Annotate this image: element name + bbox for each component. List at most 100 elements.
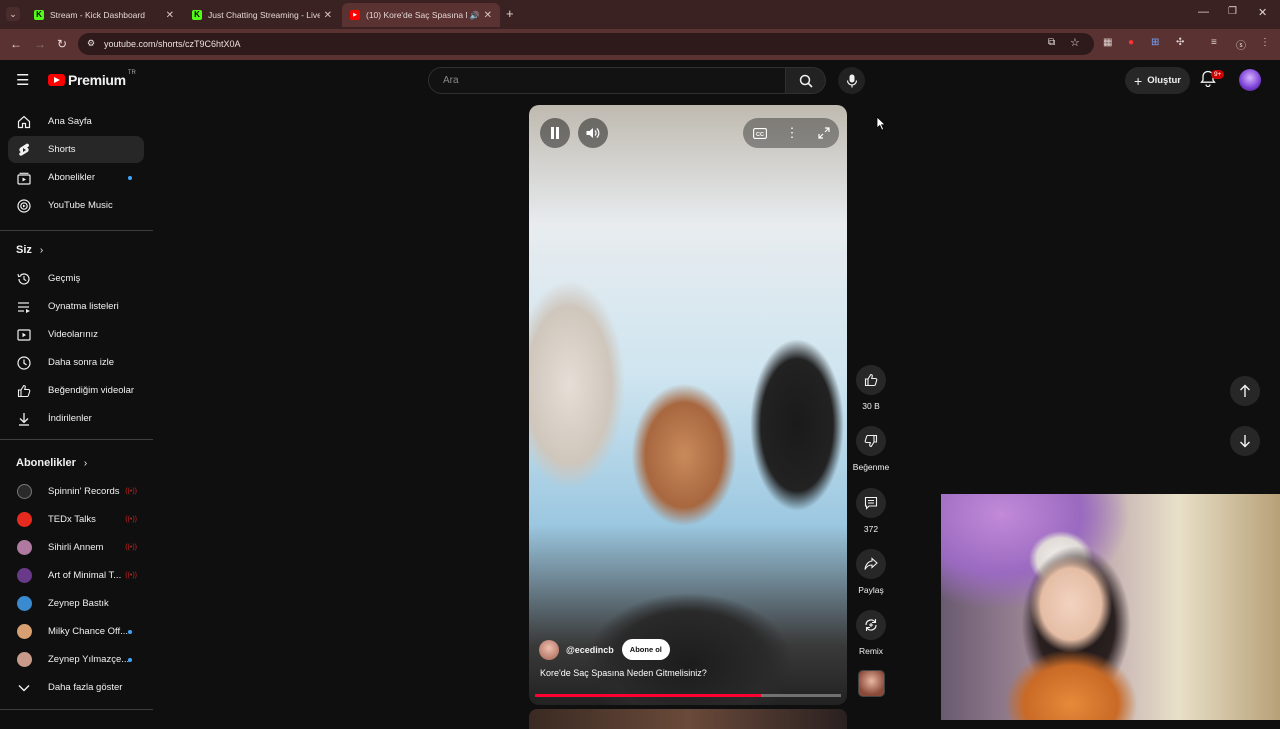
profile-icon[interactable]: ⓢ bbox=[1236, 37, 1246, 52]
channel-avatar[interactable] bbox=[539, 639, 559, 660]
dislike-action[interactable]: Beğenme bbox=[851, 426, 891, 472]
back-arrow-icon[interactable]: ← bbox=[10, 37, 22, 51]
like-button[interactable] bbox=[856, 365, 886, 395]
translate-extension-icon[interactable]: ⊞ bbox=[1151, 37, 1159, 48]
microphone-icon bbox=[846, 74, 857, 87]
tab-list-chevron-icon[interactable]: ⌄ bbox=[6, 7, 20, 21]
hamburger-menu-icon[interactable]: ☰ bbox=[16, 71, 29, 89]
minimize-window-icon[interactable]: — bbox=[1198, 6, 1209, 18]
watch-later-icon bbox=[17, 355, 31, 370]
browser-tab-youtube-short[interactable]: ▶ (10) Kore'de Saç Spasına Ne 🔊 ✕ bbox=[342, 3, 500, 27]
search-input[interactable]: Ara bbox=[428, 67, 786, 94]
sidebar-item-shorts[interactable]: Shorts bbox=[8, 136, 144, 163]
close-tab-icon[interactable]: ✕ bbox=[166, 10, 174, 21]
bookmark-star-icon[interactable]: ☆ bbox=[1070, 36, 1080, 49]
remix-action[interactable]: Remix bbox=[851, 610, 891, 656]
sidebar-channel-zeynep-bastik[interactable]: Zeynep Bastık bbox=[8, 590, 144, 617]
restore-window-icon[interactable]: ❐ bbox=[1228, 6, 1237, 17]
channel-handle[interactable]: @ecedincb bbox=[566, 645, 614, 655]
browser-tab-kick-dashboard[interactable]: K Stream - Kick Dashboard ✕ bbox=[26, 3, 182, 27]
kick-favicon-icon: K bbox=[34, 10, 44, 20]
browser-menu-icon[interactable]: ⋮ bbox=[1260, 37, 1270, 48]
sidebar-channel-art-of-minimal[interactable]: Art of Minimal T... ((•)) bbox=[8, 562, 144, 589]
close-tab-icon[interactable]: ✕ bbox=[324, 10, 332, 21]
arrow-up-icon bbox=[1240, 384, 1250, 397]
video-progress-bar[interactable] bbox=[535, 694, 841, 697]
captions-icon[interactable]: CC bbox=[752, 127, 767, 139]
close-tab-icon[interactable]: ✕ bbox=[484, 10, 492, 21]
extension-icon[interactable]: ▦ bbox=[1103, 37, 1112, 48]
search-button[interactable] bbox=[786, 67, 826, 94]
like-action[interactable]: 30 B bbox=[851, 365, 891, 411]
sidebar-item-youtube-music[interactable]: YouTube Music bbox=[8, 192, 144, 219]
sidebar-section-you[interactable]: Siz › bbox=[16, 244, 43, 256]
address-bar[interactable]: ⚙ youtube.com/shorts/czT9C6htX0A ⧉ ☆ bbox=[78, 33, 1094, 55]
chevron-right-icon: › bbox=[39, 244, 44, 256]
sidebar-item-home[interactable]: Ana Sayfa bbox=[8, 108, 144, 135]
sidebar-item-your-videos[interactable]: Videolarınız bbox=[8, 321, 144, 348]
more-options-icon[interactable]: ⋮ bbox=[786, 125, 799, 141]
browser-tab-just-chatting[interactable]: K Just Chatting Streaming - Live ✕ bbox=[184, 3, 340, 27]
sidebar-item-playlists[interactable]: Oynatma listeleri bbox=[8, 293, 144, 320]
channel-avatar bbox=[17, 484, 32, 499]
sidebar-item-label: Shorts bbox=[48, 144, 76, 155]
install-app-icon[interactable]: ⧉ bbox=[1048, 37, 1055, 48]
next-short-button[interactable] bbox=[1230, 426, 1260, 456]
pause-button[interactable] bbox=[540, 118, 570, 148]
close-window-icon[interactable]: ✕ bbox=[1258, 6, 1267, 19]
next-short-preview[interactable] bbox=[529, 709, 847, 729]
short-channel-row: @ecedincb Abone ol bbox=[539, 639, 670, 660]
sidebar-item-watch-later[interactable]: Daha sonra izle bbox=[8, 349, 144, 376]
comments-button[interactable] bbox=[856, 488, 886, 518]
create-button[interactable]: + Oluştur bbox=[1125, 67, 1190, 94]
share-button[interactable] bbox=[856, 549, 886, 579]
youtube-premium-logo[interactable]: Premium TR bbox=[48, 70, 136, 88]
channel-avatar bbox=[17, 512, 32, 527]
sidebar-item-history[interactable]: Geçmiş bbox=[8, 265, 144, 292]
sidebar-item-liked-videos[interactable]: Beğendiğim videolar bbox=[8, 377, 144, 404]
reload-icon[interactable]: ↻ bbox=[57, 37, 67, 51]
shorts-video-player[interactable] bbox=[529, 105, 847, 705]
channel-name: Spinnin' Records bbox=[48, 486, 120, 497]
remix-button[interactable] bbox=[856, 610, 886, 640]
sidebar-channel-spinnin-records[interactable]: Spinnin' Records ((•)) bbox=[8, 478, 144, 505]
fullscreen-icon[interactable] bbox=[817, 127, 830, 139]
sidebar-channel-sihirli-annem[interactable]: Sihirli Annem ((•)) bbox=[8, 534, 144, 561]
sidebar-item-label: Videolarınız bbox=[48, 329, 98, 340]
kick-favicon-icon: K bbox=[192, 10, 202, 20]
mouse-cursor-icon bbox=[876, 116, 886, 131]
sidebar-channel-zeynep-yilmazce[interactable]: Zeynep Yılmazçe... bbox=[8, 646, 144, 673]
channel-name: Sihirli Annem bbox=[48, 542, 104, 553]
sound-source-thumbnail[interactable] bbox=[858, 670, 885, 697]
sidebar-item-subscriptions[interactable]: Abonelikler bbox=[8, 164, 144, 191]
forward-arrow-icon[interactable]: → bbox=[34, 37, 46, 51]
sidebar-section-subscriptions[interactable]: Abonelikler › bbox=[16, 457, 87, 469]
share-action[interactable]: Paylaş bbox=[851, 549, 891, 595]
sidebar-item-downloads[interactable]: İndirilenler bbox=[8, 405, 144, 432]
previous-short-button[interactable] bbox=[1230, 376, 1260, 406]
sidebar-show-more[interactable]: Daha fazla göster bbox=[8, 674, 144, 701]
sidebar-channel-milky-chance[interactable]: Milky Chance Off... bbox=[8, 618, 144, 645]
new-content-dot bbox=[128, 657, 132, 662]
sidebar-item-label: Beğendiğim videolar bbox=[48, 385, 135, 396]
account-avatar[interactable] bbox=[1239, 69, 1261, 91]
comment-count: 372 bbox=[863, 524, 879, 534]
site-info-icon[interactable]: ⚙ bbox=[87, 38, 95, 49]
voice-search-button[interactable] bbox=[838, 67, 865, 94]
tab-audio-icon[interactable]: 🔊 bbox=[470, 11, 480, 20]
subscribe-button[interactable]: Abone ol bbox=[621, 639, 670, 660]
extension-record-icon[interactable]: ● bbox=[1128, 37, 1134, 48]
browser-tab-bar: ⌄ K Stream - Kick Dashboard ✕ K Just Cha… bbox=[0, 0, 1280, 29]
volume-button[interactable] bbox=[578, 118, 608, 148]
new-tab-icon[interactable]: + bbox=[506, 6, 514, 21]
sidebar-channel-tedx-talks[interactable]: TEDx Talks ((•)) bbox=[8, 506, 144, 533]
your-videos-icon bbox=[17, 328, 31, 342]
tab-title: Stream - Kick Dashboard bbox=[50, 10, 145, 20]
comment-action[interactable]: 372 bbox=[851, 488, 891, 534]
extensions-puzzle-icon[interactable]: ✣ bbox=[1176, 37, 1184, 48]
media-controls-icon[interactable]: ≡ bbox=[1211, 37, 1217, 48]
subscriptions-icon bbox=[17, 171, 31, 185]
sidebar-divider bbox=[0, 439, 153, 440]
dislike-button[interactable] bbox=[856, 426, 886, 456]
short-title[interactable]: Kore'de Saç Spasına Neden Gitmelisiniz? bbox=[540, 668, 707, 678]
